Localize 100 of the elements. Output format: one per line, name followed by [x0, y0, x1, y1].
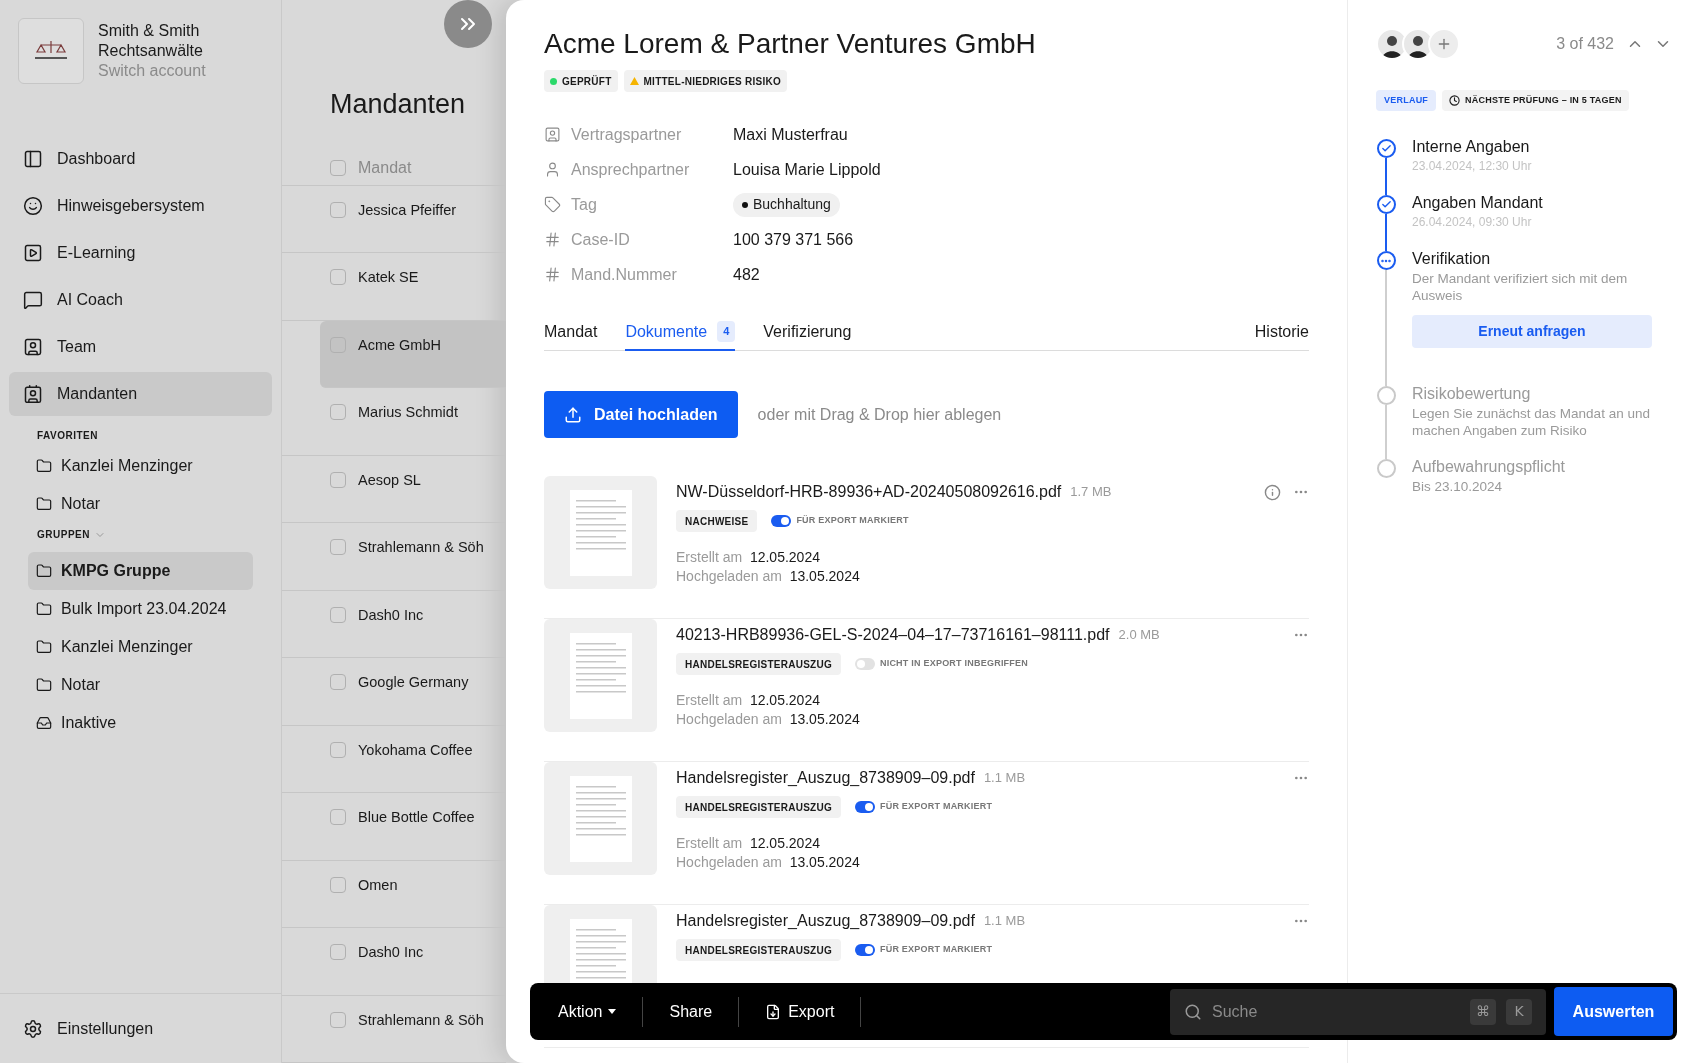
group-item[interactable]: Bulk Import 23.04.2024: [28, 590, 253, 628]
evaluate-button[interactable]: Auswerten: [1554, 987, 1673, 1036]
group-item[interactable]: Kanzlei Menzinger: [28, 628, 253, 666]
favorite-item[interactable]: Kanzlei Menzinger: [28, 447, 253, 485]
document-name[interactable]: Handelsregister_Auszug_8738909–09.pdf: [676, 909, 975, 933]
share-button[interactable]: Share: [655, 993, 727, 1030]
shortcut-key: ⌘: [1470, 998, 1496, 1025]
upload-button[interactable]: Datei hochladen: [544, 391, 738, 438]
export-toggle[interactable]: [771, 515, 792, 527]
history-badge: VERLAUF: [1376, 90, 1437, 111]
search-field[interactable]: Suche ⌘ K: [1170, 988, 1546, 1035]
checkbox[interactable]: [330, 741, 346, 758]
field-icon: [544, 126, 561, 143]
checkbox[interactable]: [330, 1011, 346, 1028]
inbox-icon: [36, 715, 52, 731]
uploaded-date: Hochgeladen am 13.05.2024: [676, 710, 861, 729]
file-size: 1.1 MB: [983, 912, 1026, 931]
document-name[interactable]: Handelsregister_Auszug_8738909–09.pdf: [676, 766, 975, 790]
section-heading: FAVORITEN: [36, 429, 99, 443]
expand-button[interactable]: [444, 0, 492, 48]
step-subtitle: 23.04.2024, 12:30 Uhr: [1412, 158, 1532, 175]
folder-icon: [36, 496, 52, 512]
nav-icon: [23, 337, 43, 357]
next-check-badge: NÄCHSTE PRÜFUNG – IN 5 TAGEN: [1442, 90, 1629, 111]
settings-link[interactable]: Einstellungen: [57, 1016, 154, 1041]
checkbox[interactable]: [330, 404, 346, 420]
document-name[interactable]: NW-Düsseldorf-HRB-89936+AD-20240508092616.pdf: [676, 480, 1062, 504]
created-date: Erstellt am 12.05.2024: [676, 834, 821, 853]
nav-item[interactable]: Hinweisgebersystem: [9, 184, 272, 228]
nav-item[interactable]: Team: [9, 325, 272, 369]
group-item[interactable]: Inaktive: [28, 704, 253, 742]
folder-icon: [36, 639, 52, 655]
created-date: Erstellt am 12.05.2024: [676, 691, 821, 710]
field-label: Tag: [571, 194, 598, 215]
upload-icon: [564, 405, 582, 424]
export-button[interactable]: Export: [751, 993, 849, 1030]
drop-hint: oder mit Drag & Drop hier ablegen: [757, 404, 1002, 425]
field-icon: [544, 161, 561, 178]
checkbox[interactable]: [330, 809, 346, 825]
checkbox[interactable]: [330, 471, 346, 488]
folder-icon: [36, 677, 52, 693]
client-title: Acme Lorem & Partner Ventures GmbH: [544, 27, 1037, 61]
field-label: Ansprechpartner: [571, 159, 691, 180]
tab[interactable]: Mandat: [544, 314, 598, 351]
checkbox[interactable]: [330, 539, 346, 555]
folder-icon: [36, 563, 52, 579]
group-item[interactable]: Notar: [28, 666, 253, 704]
tab[interactable]: Historie: [1254, 314, 1309, 351]
action-menu-button[interactable]: Aktion: [544, 993, 631, 1030]
section-heading: GRUPPEN: [37, 528, 90, 542]
nav-item[interactable]: Mandanten: [9, 372, 272, 416]
account-name: Rechtsanwälte: [98, 41, 204, 61]
checkbox[interactable]: [330, 606, 346, 623]
tag-chip[interactable]: Buchhaltung: [733, 192, 840, 217]
document-tag: HANDELSREGISTERAUSZUG: [676, 939, 841, 961]
favorite-item[interactable]: Notar: [28, 485, 253, 523]
field-label: Vertragspartner: [571, 124, 683, 145]
status-badge: MITTEL-NIEDRIGES RISIKO: [623, 70, 787, 92]
request-again-button[interactable]: Erneut anfragen: [1412, 315, 1652, 348]
step-title: Risikobewertung: [1412, 384, 1532, 404]
export-label: FÜR EXPORT MARKIERT: [879, 943, 993, 957]
export-icon: [765, 1003, 782, 1020]
settings-icon: [23, 1018, 43, 1039]
checkbox[interactable]: [330, 944, 346, 960]
checkbox[interactable]: [330, 674, 346, 690]
file-size: 2.0 MB: [1118, 626, 1160, 645]
export-label: FÜR EXPORT MARKIERT: [879, 800, 993, 814]
count-badge: 4: [717, 321, 736, 342]
created-date: Erstellt am 12.05.2024: [676, 548, 821, 567]
search-input[interactable]: Suche: [1212, 999, 1460, 1024]
field-value: 482: [733, 264, 760, 285]
account-name: Smith & Smith: [98, 21, 201, 41]
step-subtitle: Bis 23.10.2024: [1412, 478, 1504, 495]
document-name[interactable]: 40213-HRB89936-GEL-S-2024–04–17–73716161–98111.pdf: [676, 623, 1110, 647]
checkbox[interactable]: [330, 201, 346, 218]
checkbox[interactable]: [330, 159, 346, 176]
step-subtitle: 26.04.2024, 09:30 Uhr: [1412, 214, 1533, 231]
checkbox[interactable]: [330, 269, 346, 285]
export-toggle[interactable]: [854, 801, 875, 813]
tab[interactable]: Dokumente 4: [625, 314, 736, 351]
nav-icon: [23, 290, 43, 310]
nav-icon: [23, 384, 43, 404]
checkbox[interactable]: [330, 876, 346, 893]
uploaded-date: Hochgeladen am 13.05.2024: [676, 853, 861, 872]
file-size: 1.7 MB: [1070, 483, 1112, 502]
group-item[interactable]: KMPG Gruppe: [28, 552, 253, 590]
nav-item[interactable]: E-Learning: [9, 231, 272, 275]
step-title: Aufbewahrungspflicht: [1412, 457, 1565, 477]
field-icon: [544, 196, 561, 213]
nav-item[interactable]: AI Coach: [9, 278, 272, 322]
nav-item[interactable]: Dashboard: [9, 137, 272, 181]
nav-icon: [23, 149, 43, 169]
shortcut-key: K: [1506, 998, 1532, 1025]
client-row[interactable]: Acme GmbH: [320, 320, 506, 388]
field-value: Maxi Musterfrau: [733, 124, 848, 145]
export-toggle[interactable]: [854, 944, 875, 956]
tab[interactable]: Verifizierung: [763, 314, 852, 351]
export-toggle[interactable]: [854, 658, 875, 670]
record-counter: 3 of 432: [1556, 34, 1614, 54]
field-value: 100 379 371 566: [733, 229, 854, 250]
